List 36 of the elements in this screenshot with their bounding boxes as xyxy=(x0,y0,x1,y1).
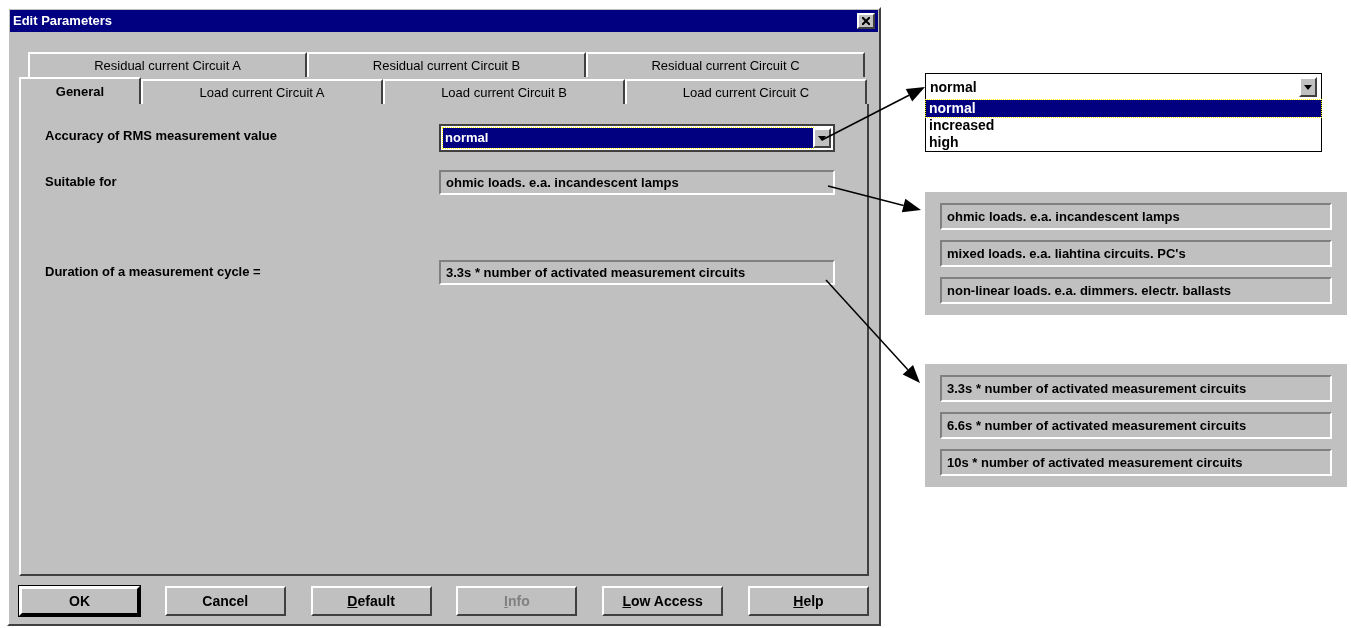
dropdown-field[interactable]: normal xyxy=(439,124,835,152)
close-icon xyxy=(862,17,870,25)
tab[interactable]: Load current Circuit A xyxy=(141,79,383,104)
readonly-field: ohmic loads. e.a. incandescent lamps xyxy=(439,170,835,195)
caret-icon xyxy=(818,135,826,141)
dropdown-option[interactable]: increased xyxy=(926,117,1321,134)
dropdown-value: normal xyxy=(930,77,977,97)
dialog-button[interactable]: Default xyxy=(310,586,432,616)
close-button[interactable] xyxy=(857,13,875,29)
dropdown-list[interactable]: normal normal increased high xyxy=(925,73,1322,152)
duration-option: 10s * number of activated measurement circuits xyxy=(940,449,1332,476)
dropdown-option[interactable]: high xyxy=(926,134,1321,151)
load-option: ohmic loads. e.a. incandescent lamps xyxy=(940,203,1332,230)
dropdown-option[interactable]: normal xyxy=(926,100,1321,117)
readonly-field: 3.3s * number of activated measurement circuits xyxy=(439,260,835,285)
caret-icon xyxy=(1304,84,1312,90)
duration-option: 6.6s * number of activated measurement circuits xyxy=(940,412,1332,439)
dialog-button[interactable]: Low Access xyxy=(602,586,724,616)
tab[interactable]: General xyxy=(19,77,141,104)
tab[interactable]: Residual current Circuit A xyxy=(28,52,307,77)
field-label: Accuracy of RMS measurement value xyxy=(45,127,278,145)
field-label: Duration of a measurement cycle = xyxy=(45,263,262,281)
duration-option: 3.3s * number of activated measurement circuits xyxy=(940,375,1332,402)
field-label: Suitable for xyxy=(45,173,118,191)
tab[interactable]: Residual current Circuit B xyxy=(307,52,586,77)
dialog-button[interactable]: OK xyxy=(19,586,140,616)
dropdown-button[interactable] xyxy=(1299,77,1317,97)
dialog-button[interactable]: Help xyxy=(748,586,869,616)
load-option: non-linear loads. e.a. dimmers. electr. ballasts xyxy=(940,277,1332,304)
tab[interactable]: Load current Circuit C xyxy=(625,79,867,104)
tab[interactable]: Load current Circuit B xyxy=(383,79,625,104)
window-title: Edit Parameters xyxy=(13,12,112,31)
load-option: mixed loads. e.a. liahtina circuits. PC's xyxy=(940,240,1332,267)
dialog-button[interactable]: Cancel xyxy=(164,586,286,616)
dropdown-button[interactable] xyxy=(813,128,831,148)
tab[interactable]: Residual current Circuit C xyxy=(586,52,865,77)
